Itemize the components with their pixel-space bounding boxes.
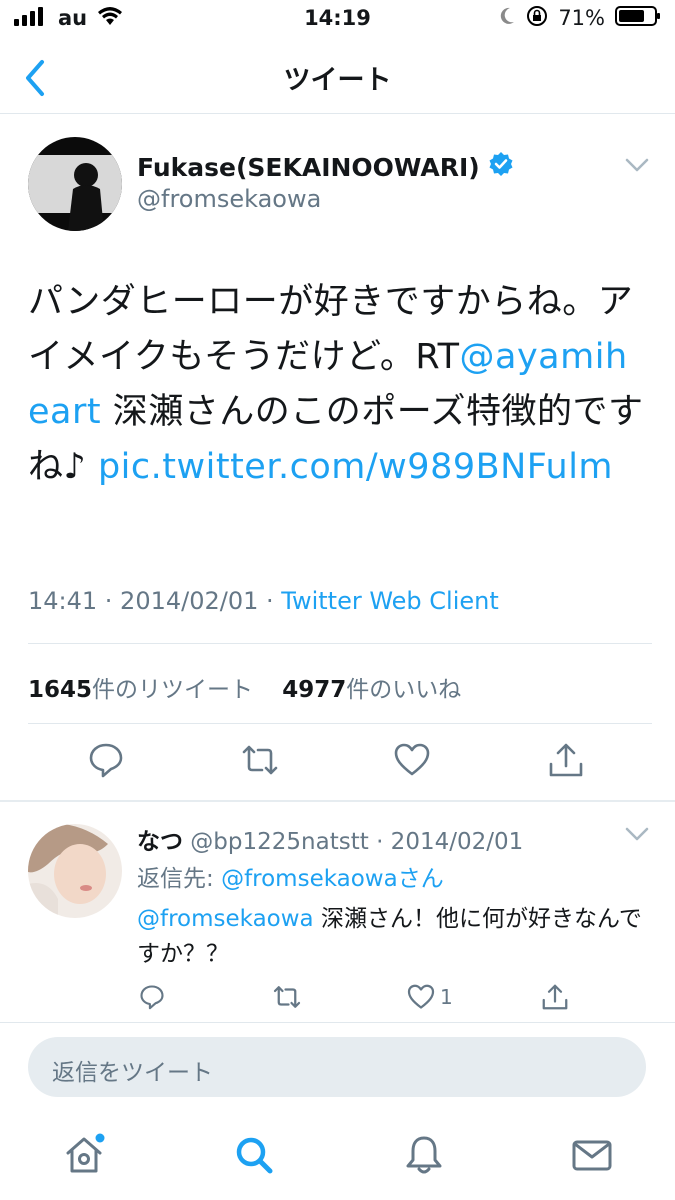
navigation-bar: ツイート bbox=[0, 40, 675, 114]
rotation-lock-icon bbox=[526, 5, 548, 31]
search-icon bbox=[236, 1137, 273, 1174]
reply-reply-button[interactable] bbox=[138, 982, 166, 1012]
retweet-button[interactable] bbox=[240, 740, 280, 780]
reply-to-label: 返信先: bbox=[137, 866, 222, 892]
status-bar: au 14:19 71% bbox=[0, 0, 675, 40]
reply-button[interactable] bbox=[86, 740, 126, 780]
moon-icon bbox=[498, 6, 516, 30]
reply-handle-date: @bp1225natstt · 2014/02/01 bbox=[183, 829, 524, 855]
reply-icon bbox=[89, 743, 123, 778]
like-count-label: 件のいいね bbox=[346, 677, 462, 703]
reply-author-name[interactable]: なつ bbox=[137, 829, 183, 855]
retweet-icon bbox=[273, 986, 301, 1008]
like-count-link[interactable]: 4977件のいいね bbox=[282, 677, 461, 703]
home-icon bbox=[66, 1133, 105, 1173]
author-name-text: Fukase(SEKAINOOWARI) bbox=[137, 152, 480, 182]
retweet-icon bbox=[242, 745, 278, 775]
tweet-timestamp: 14:41 · 2014/02/01 · bbox=[28, 587, 282, 615]
reply-icon bbox=[140, 985, 164, 1010]
verified-badge-icon bbox=[488, 151, 514, 183]
divider bbox=[28, 643, 652, 644]
reply-retweet-button[interactable] bbox=[272, 982, 302, 1012]
tab-search[interactable] bbox=[232, 1133, 276, 1177]
reply-to-handle[interactable]: @fromsekaowaさん bbox=[221, 866, 444, 892]
battery-icon bbox=[615, 5, 661, 31]
tab-notifications[interactable] bbox=[402, 1133, 446, 1177]
reply-text: @fromsekaowa 深瀬さん！他に何が好きなんですか？？ bbox=[137, 902, 647, 972]
chevron-down-icon bbox=[625, 158, 649, 172]
reply-mention-link[interactable]: @fromsekaowa bbox=[137, 906, 314, 932]
tweet-menu-button[interactable] bbox=[625, 157, 649, 177]
retweet-count-link[interactable]: 1645件のリツイート bbox=[28, 677, 253, 703]
page-title: ツイート bbox=[283, 65, 392, 96]
tweet-actions bbox=[0, 740, 675, 800]
battery-percent: 71% bbox=[558, 6, 605, 30]
share-icon bbox=[542, 984, 568, 1010]
reply-share-button[interactable] bbox=[540, 982, 570, 1012]
chevron-down-icon bbox=[625, 827, 649, 841]
avatar[interactable] bbox=[28, 824, 122, 918]
heart-icon bbox=[394, 743, 430, 776]
tab-home[interactable] bbox=[62, 1133, 106, 1177]
reply-like-count: 1 bbox=[440, 985, 453, 1009]
reply-like-button[interactable]: 1 bbox=[406, 982, 453, 1012]
tab-messages[interactable] bbox=[570, 1133, 614, 1177]
reply-menu-button[interactable] bbox=[625, 826, 649, 846]
media-link[interactable]: pic.twitter.com/w989BNFulm bbox=[98, 447, 613, 487]
divider bbox=[0, 1022, 675, 1023]
retweet-count: 1645 bbox=[28, 677, 93, 703]
compose-placeholder: 返信をツイート bbox=[52, 1060, 213, 1086]
reply-to-line: 返信先: @fromsekaowaさん bbox=[137, 859, 444, 893]
engagement-counts: 1645件のリツイート 4977件のいいね bbox=[28, 670, 461, 704]
reply-tweet[interactable]: なつ @bp1225natstt · 2014/02/01 返信先: @from… bbox=[0, 802, 675, 1022]
tab-bar bbox=[0, 1115, 675, 1200]
divider bbox=[28, 723, 652, 724]
author-name[interactable]: Fukase(SEKAINOOWARI) bbox=[137, 151, 514, 183]
like-count: 4977 bbox=[282, 677, 347, 703]
heart-icon bbox=[407, 984, 435, 1009]
mail-icon bbox=[572, 1140, 612, 1171]
share-button[interactable] bbox=[546, 740, 586, 780]
like-button[interactable] bbox=[392, 740, 432, 780]
reply-compose-input[interactable]: 返信をツイート bbox=[28, 1037, 646, 1097]
bell-icon bbox=[406, 1136, 442, 1174]
retweet-count-label: 件のリツイート bbox=[92, 677, 254, 703]
tweet-source-link[interactable]: Twitter Web Client bbox=[281, 587, 499, 615]
tweet-text: パンダヒーローが好きですからね。アイメイクもそうだけど。RT@ayamihear… bbox=[28, 275, 648, 495]
author-handle[interactable]: @fromsekaowa bbox=[137, 185, 321, 213]
avatar[interactable] bbox=[28, 137, 122, 231]
tweet-meta: 14:41 · 2014/02/01 · Twitter Web Client bbox=[28, 587, 499, 615]
reply-header: なつ @bp1225natstt · 2014/02/01 bbox=[137, 822, 523, 856]
share-icon bbox=[549, 743, 583, 777]
